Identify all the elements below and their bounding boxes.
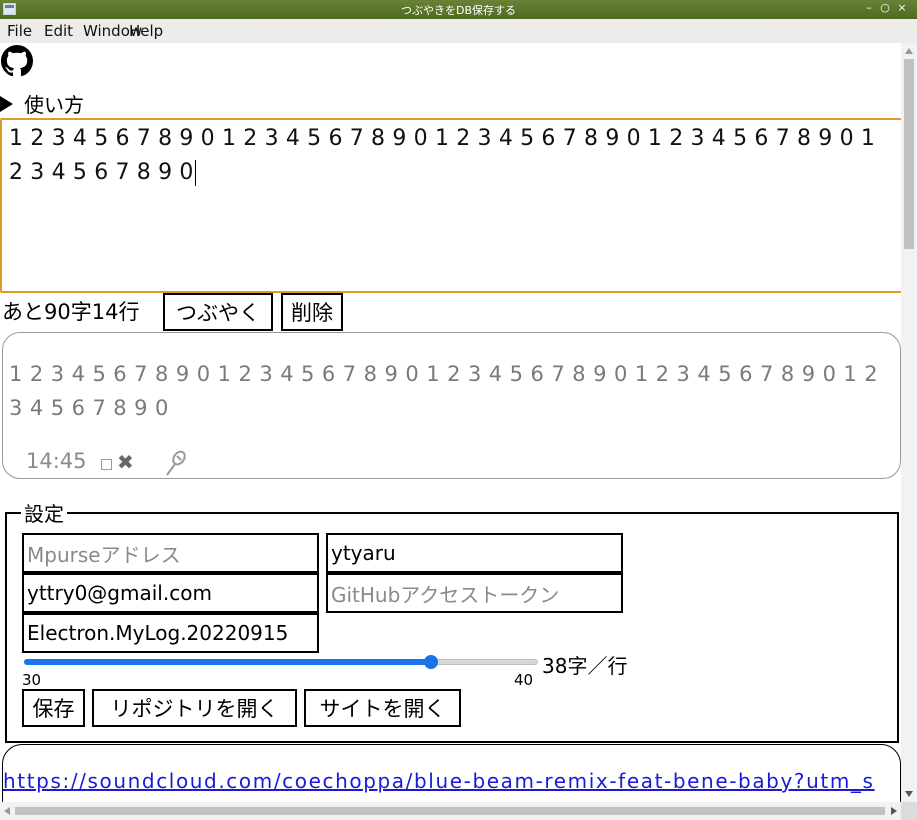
post-card: 1234567890123456789012345678901234567890…: [2, 332, 901, 479]
horizontal-scroll-thumb[interactable]: [15, 807, 885, 815]
scroll-right-icon[interactable]: [891, 807, 897, 815]
pin-icon[interactable]: [161, 449, 189, 477]
window-title: つぶやきをDB保存する: [400, 4, 517, 17]
menu-bar: File Edit Window Help: [0, 19, 917, 43]
vertical-scrollbar[interactable]: [901, 43, 917, 802]
scroll-left-icon[interactable]: [4, 807, 10, 815]
text-caret: [194, 160, 196, 186]
vertical-scroll-thumb[interactable]: [904, 59, 914, 249]
username-input[interactable]: ytyaru: [326, 533, 623, 573]
slider-fill: [24, 659, 431, 665]
slider-max-label: 40: [514, 671, 534, 689]
slider-value-label: 38字／行: [542, 654, 628, 678]
menu-file[interactable]: File: [7, 22, 32, 40]
horizontal-scrollbar[interactable]: [0, 802, 901, 820]
tweet-textarea[interactable]: 1234567890123456789012345678901234567890…: [0, 118, 901, 293]
post-time: 14:45: [26, 449, 87, 473]
window-titlebar: つぶやきをDB保存する – ○ ×: [0, 0, 917, 19]
menu-window[interactable]: Help: [129, 22, 163, 40]
delete-button[interactable]: 削除: [281, 293, 343, 331]
repo-name-input[interactable]: Electron.MyLog.20220915: [22, 613, 319, 653]
post-delete-icon[interactable]: ✖: [117, 450, 134, 474]
open-repo-button[interactable]: リポジトリを開く: [92, 689, 297, 727]
github-token-input[interactable]: GitHubアクセストークン: [326, 573, 623, 613]
mpurse-address-input[interactable]: Mpurseアドレス: [22, 533, 319, 573]
post-checkbox[interactable]: [101, 459, 112, 470]
soundcloud-link[interactable]: https://soundcloud.com/coechoppa/blue-be…: [3, 769, 875, 793]
settings-legend: 設定: [24, 502, 64, 526]
open-site-button[interactable]: サイトを開く: [304, 689, 461, 727]
howto-label: 使い方: [24, 93, 84, 117]
tweet-textarea-value: 1234567890123456789012345678901234567890…: [9, 126, 883, 185]
slider-thumb[interactable]: [424, 655, 438, 669]
github-icon[interactable]: [1, 45, 33, 77]
slider-min-label: 30: [22, 671, 42, 689]
maximize-button[interactable]: ○: [878, 1, 892, 14]
email-input[interactable]: yttry0@gmail.com: [22, 573, 319, 613]
remaining-counter: あと90字14行: [2, 300, 140, 324]
minimize-button[interactable]: –: [862, 1, 876, 14]
menu-edit[interactable]: Edit: [44, 22, 73, 40]
howto-summary[interactable]: 使い方: [0, 89, 84, 118]
disclosure-triangle-icon: [0, 95, 13, 112]
main-content: 使い方 123456789012345678901234567890123456…: [0, 43, 901, 802]
close-button[interactable]: ×: [895, 1, 909, 14]
post-text: 1234567890123456789012345678901234567890…: [9, 362, 886, 420]
scrollbar-corner: [901, 802, 917, 820]
scroll-up-icon[interactable]: [905, 48, 913, 54]
save-button[interactable]: 保存: [22, 689, 85, 727]
scroll-down-icon[interactable]: [905, 791, 913, 797]
tweet-button[interactable]: つぶやく: [163, 293, 273, 331]
